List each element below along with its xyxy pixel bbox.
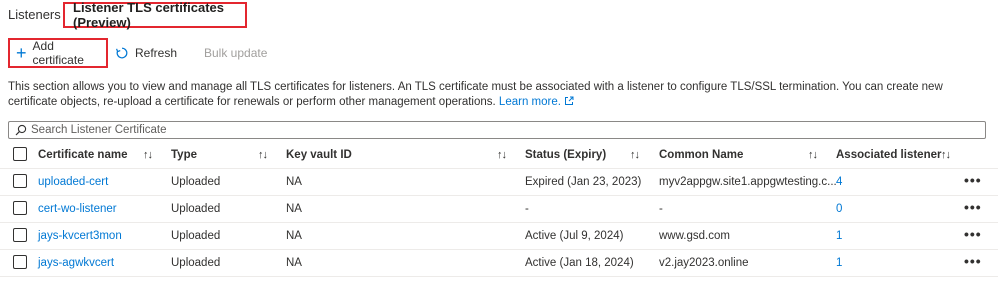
- type-cell: Uploaded: [171, 230, 221, 242]
- certificates-table: Certificate name ↑↓ Type ↑↓ Key vault ID…: [0, 142, 998, 277]
- sort-icon[interactable]: ↑↓: [258, 142, 268, 168]
- certificate-name-link[interactable]: jays-agwkvcert: [38, 250, 114, 276]
- type-cell: Uploaded: [171, 257, 221, 269]
- search-box: [8, 121, 986, 139]
- tab-label: Listener TLS certificates (Preview): [73, 0, 224, 30]
- search-icon: [15, 124, 27, 136]
- table-row[interactable]: cert-wo-listener Uploaded NA - - 0 •••: [0, 196, 998, 223]
- tab-listener-tls-certificates[interactable]: Listener TLS certificates (Preview): [63, 0, 247, 30]
- certificate-name-link[interactable]: uploaded-cert: [38, 169, 108, 195]
- associated-listener-link[interactable]: 0: [836, 196, 842, 222]
- associated-listener-link[interactable]: 1: [836, 223, 842, 249]
- more-options-icon[interactable]: •••: [964, 169, 982, 191]
- column-header-type[interactable]: Type: [171, 142, 197, 168]
- more-options-icon[interactable]: •••: [964, 196, 982, 218]
- table-row[interactable]: jays-kvcert3mon Uploaded NA Active (Jul …: [0, 223, 998, 250]
- status-cell: Expired (Jan 23, 2023): [525, 176, 642, 188]
- key-vault-id-cell: NA: [286, 176, 302, 188]
- key-vault-id-cell: NA: [286, 257, 302, 269]
- more-options-icon[interactable]: •••: [964, 250, 982, 272]
- common-name-cell: v2.jay2023.online: [659, 257, 749, 269]
- column-header-certificate-name[interactable]: Certificate name: [38, 142, 127, 168]
- certificate-name-link[interactable]: jays-kvcert3mon: [38, 223, 122, 249]
- type-cell: Uploaded: [171, 203, 221, 215]
- toolbar: + Add certificate Refresh Bulk update: [0, 38, 998, 68]
- column-header-status[interactable]: Status (Expiry): [525, 142, 606, 168]
- row-checkbox[interactable]: [13, 255, 27, 269]
- key-vault-id-cell: NA: [286, 230, 302, 242]
- section-description: This section allows you to view and mana…: [8, 80, 983, 110]
- status-cell: Active (Jul 9, 2024): [525, 230, 624, 242]
- common-name-cell: -: [659, 203, 663, 215]
- refresh-label: Refresh: [135, 46, 178, 60]
- status-cell: Active (Jan 18, 2024): [525, 257, 634, 269]
- tab-bar: Listeners Listener TLS certificates (Pre…: [0, 0, 998, 30]
- type-cell: Uploaded: [171, 176, 221, 188]
- bulk-update-button[interactable]: Bulk update: [204, 38, 267, 68]
- table-row[interactable]: uploaded-cert Uploaded NA Expired (Jan 2…: [0, 169, 998, 196]
- status-cell: -: [525, 203, 529, 215]
- add-certificate-button[interactable]: + Add certificate: [8, 38, 108, 68]
- tab-listeners[interactable]: Listeners: [8, 7, 61, 22]
- sort-icon[interactable]: ↑↓: [630, 142, 640, 168]
- table-header: Certificate name ↑↓ Type ↑↓ Key vault ID…: [0, 142, 998, 169]
- more-options-icon[interactable]: •••: [964, 223, 982, 245]
- common-name-cell: myv2appgw.site1.appgwtesting.c...: [659, 176, 837, 188]
- refresh-button[interactable]: Refresh: [115, 38, 177, 68]
- sort-icon[interactable]: ↑↓: [808, 142, 818, 168]
- associated-listener-link[interactable]: 4: [836, 169, 842, 195]
- description-text: This section allows you to view and mana…: [8, 81, 943, 108]
- external-link-icon: [565, 96, 574, 105]
- refresh-icon: [116, 47, 128, 59]
- learn-more-link[interactable]: Learn more.: [499, 96, 574, 108]
- associated-listener-link[interactable]: 1: [836, 250, 842, 276]
- common-name-cell: www.gsd.com: [659, 230, 730, 242]
- column-header-common-name[interactable]: Common Name: [659, 142, 743, 168]
- row-checkbox[interactable]: [13, 228, 27, 242]
- row-checkbox[interactable]: [13, 174, 27, 188]
- select-all-checkbox[interactable]: [13, 147, 27, 161]
- table-row[interactable]: jays-agwkvcert Uploaded NA Active (Jan 1…: [0, 250, 998, 277]
- sort-icon[interactable]: ↑↓: [941, 142, 951, 168]
- row-checkbox[interactable]: [13, 201, 27, 215]
- column-header-key-vault-id[interactable]: Key vault ID: [286, 142, 352, 168]
- add-certificate-label: Add certificate: [32, 39, 84, 67]
- column-header-associated-listener[interactable]: Associated listener: [836, 142, 941, 168]
- certificate-name-link[interactable]: cert-wo-listener: [38, 196, 117, 222]
- search-input[interactable]: [31, 124, 931, 136]
- sort-icon[interactable]: ↑↓: [143, 142, 153, 168]
- sort-icon[interactable]: ↑↓: [497, 142, 507, 168]
- key-vault-id-cell: NA: [286, 203, 302, 215]
- plus-icon: +: [16, 43, 27, 63]
